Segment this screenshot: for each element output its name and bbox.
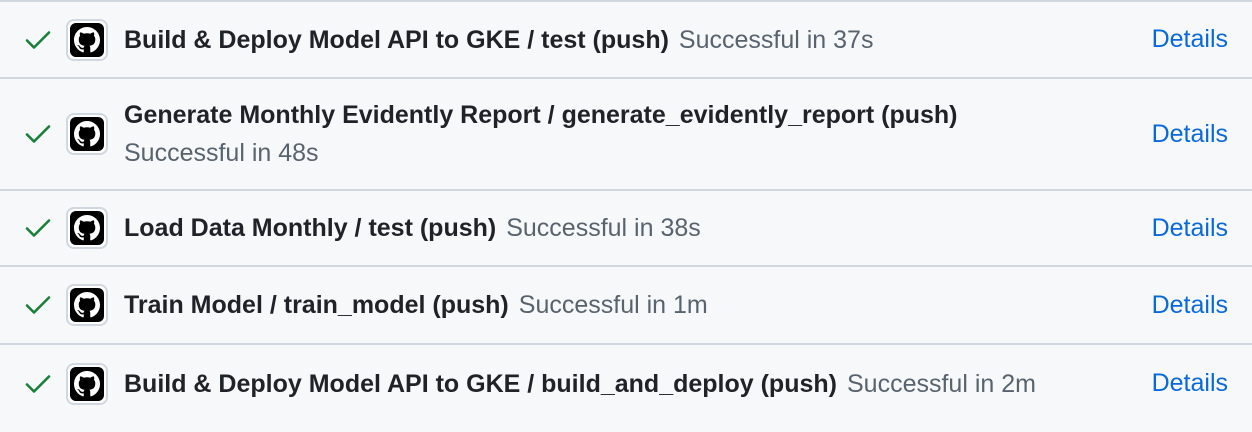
github-icon [70,117,104,151]
check-name[interactable]: Build & Deploy Model API to GKE / build_… [124,370,837,398]
check-icon [24,291,52,319]
check-status: Successful in 37s [678,25,874,54]
check-icon [24,120,52,148]
check-status: Successful in 38s [506,214,701,242]
github-icon [70,211,104,245]
check-icon [24,214,52,242]
check-row: Build & Deploy Model API to GKE / test (… [0,2,1252,79]
check-text: Train Model / train_model (push) Successf… [124,286,1136,324]
check-icon [24,26,52,54]
check-row: Load Data Monthly / test (push) Successfu… [0,191,1252,267]
check-status: Successful in 1m [518,291,708,319]
check-row: Train Model / train_model (push) Successf… [0,267,1252,345]
check-text: Build & Deploy Model API to GKE / build_… [124,365,1136,403]
details-link[interactable]: Details [1152,369,1228,398]
check-text: Load Data Monthly / test (push) Successfu… [124,209,1136,247]
github-icon [70,288,104,322]
details-link[interactable]: Details [1152,291,1228,320]
checks-list: Build & Deploy Model API to GKE / test (… [0,0,1252,432]
github-icon [70,22,104,57]
github-actions-avatar [66,284,108,326]
details-link[interactable]: Details [1152,120,1228,149]
check-row: Build & Deploy Model API to GKE / build_… [0,345,1252,422]
check-status: Successful in 2m [846,369,1036,398]
check-status: Successful in 48s [124,139,319,167]
github-actions-avatar [66,362,108,405]
github-actions-avatar [66,113,108,155]
check-name[interactable]: Load Data Monthly / test (push) [124,214,496,242]
details-link[interactable]: Details [1152,214,1228,243]
github-actions-avatar [66,207,108,249]
check-text: Build & Deploy Model API to GKE / test (… [124,21,1136,59]
check-name[interactable]: Generate Monthly Evidently Report / gene… [124,101,958,129]
github-icon [70,366,104,401]
details-link[interactable]: Details [1152,25,1228,54]
check-row: Generate Monthly Evidently Report / gene… [0,79,1252,191]
check-text: Generate Monthly Evidently Report / gene… [124,96,1136,172]
check-name[interactable]: Train Model / train_model (push) [124,291,509,319]
check-name[interactable]: Build & Deploy Model API to GKE / test (… [124,26,669,54]
check-icon [24,370,52,398]
github-actions-avatar [66,18,108,61]
